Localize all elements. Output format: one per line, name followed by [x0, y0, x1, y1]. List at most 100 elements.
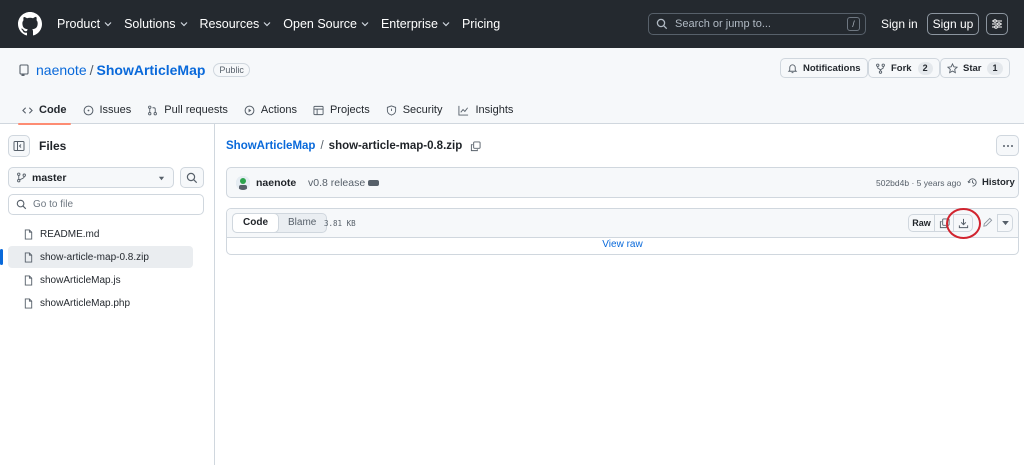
go-to-file-placeholder: Go to file [33, 199, 74, 210]
fork-icon [876, 63, 885, 74]
collapse-sidebar-button[interactable] [8, 135, 30, 157]
tab-issues[interactable]: Issues [83, 96, 131, 124]
commit-author-link[interactable]: naenote [256, 177, 296, 189]
issue-icon [83, 105, 93, 115]
breadcrumb-repo-link[interactable]: ShowArticleMap [226, 140, 315, 152]
file-icon [24, 228, 33, 240]
breadcrumb-separator: / [320, 140, 324, 152]
repo-title: naenote / ShowArticleMap Public [18, 62, 250, 78]
search-files-button[interactable] [180, 167, 204, 188]
nav-resources[interactable]: Resources [200, 17, 272, 31]
code-view-button[interactable]: Code [232, 213, 279, 233]
star-button[interactable]: Star 1 [940, 58, 1010, 78]
nav-product[interactable]: Product [57, 17, 112, 31]
file-icon [24, 274, 33, 286]
kebab-horizontal-icon [1003, 145, 1013, 147]
tab-pull-requests[interactable]: Pull requests [147, 96, 228, 124]
repo-name-link[interactable]: ShowArticleMap [97, 62, 206, 78]
search-icon [16, 199, 27, 210]
nav-label: Solutions [124, 17, 176, 31]
download-icon [958, 218, 969, 229]
list-item[interactable]: showArticleMap.php [8, 292, 193, 314]
copy-path-icon[interactable] [470, 140, 481, 152]
graph-icon [458, 105, 469, 116]
sign-up-button[interactable]: Sign up [927, 13, 979, 35]
file-name: showArticleMap.php [40, 297, 131, 309]
tab-projects[interactable]: Projects [313, 96, 370, 124]
blame-view-button[interactable]: Blame [278, 214, 326, 232]
edit-file-button[interactable] [979, 214, 997, 232]
tab-label: Projects [329, 104, 370, 116]
nav-label: Resources [199, 17, 260, 31]
raw-button[interactable]: Raw [908, 214, 935, 232]
shield-icon [386, 104, 396, 116]
copy-raw-button[interactable] [935, 214, 954, 232]
search-shortcut-key: / [847, 17, 860, 31]
breadcrumb-file-name: show-article-map-0.8.zip [328, 140, 463, 152]
expand-commit-ellipsis[interactable] [368, 180, 379, 186]
more-options-button[interactable] [996, 135, 1019, 156]
sidebar-collapse-icon [13, 141, 25, 151]
nav-open-source[interactable]: Open Source [283, 17, 369, 31]
search-placeholder: Search or jump to... [675, 18, 771, 30]
nav-label: Open Source [283, 17, 357, 31]
nav-enterprise[interactable]: Enterprise [381, 17, 450, 31]
tab-actions[interactable]: Actions [244, 96, 297, 124]
chevron-down-icon [180, 22, 187, 27]
files-title: Files [39, 139, 67, 153]
branch-selector[interactable]: master [8, 167, 174, 188]
view-raw-link[interactable]: View raw [227, 239, 1018, 250]
nav-pricing[interactable]: Pricing [462, 17, 500, 31]
file-icon [24, 297, 33, 309]
pull-request-icon [148, 105, 158, 115]
copy-icon [939, 218, 950, 229]
settings-menu-button[interactable] [986, 13, 1008, 35]
chevron-down-icon [263, 22, 271, 27]
tab-label: Insights [475, 104, 514, 116]
list-item[interactable]: showArticleMap.js [8, 269, 193, 291]
nav-solutions[interactable]: Solutions [124, 17, 187, 31]
visibility-badge: Public [213, 63, 250, 77]
file-icon [24, 251, 33, 263]
sign-in-link[interactable]: Sign in [881, 17, 918, 31]
branch-name: master [32, 171, 67, 184]
list-item[interactable]: README.md [8, 223, 193, 245]
file-size: 3.81 KB [324, 219, 356, 228]
tab-security[interactable]: Security [386, 96, 442, 124]
tab-insights[interactable]: Insights [458, 96, 513, 124]
notifications-button[interactable]: Notifications [780, 58, 868, 78]
tab-label: Code [39, 104, 67, 116]
code-icon [22, 106, 33, 114]
sliders-icon [992, 19, 1002, 29]
history-button[interactable]: History [967, 177, 1015, 188]
breadcrumb: ShowArticleMap / show-article-map-0.8.zi… [226, 140, 481, 152]
commit-message-link[interactable]: v0.8 release [308, 177, 365, 189]
go-to-file-input[interactable]: Go to file [8, 194, 204, 215]
github-logo-icon[interactable] [18, 12, 42, 36]
search-input[interactable]: Search or jump to... / [648, 13, 866, 35]
view-mode-toggle: Code Blame [232, 213, 328, 233]
download-raw-button[interactable] [954, 214, 973, 232]
repo-owner-link[interactable]: naenote [36, 62, 87, 78]
play-icon [244, 105, 255, 115]
chevron-down-icon [361, 22, 369, 27]
avatar-icon [236, 176, 250, 190]
nav-label: Pricing [461, 17, 501, 31]
table-icon [313, 105, 324, 115]
chevron-down-icon [442, 22, 450, 27]
star-count: 1 [987, 61, 1003, 75]
repo-icon [19, 64, 29, 76]
commit-meta[interactable]: 502bd4b · 5 years ago [876, 178, 961, 188]
bell-icon [787, 63, 798, 73]
list-item[interactable]: show-article-map-0.8.zip [0, 246, 193, 268]
file-tree-sidebar: Files master Go to file README.md show-a… [0, 124, 215, 465]
edit-options-dropdown[interactable] [997, 214, 1013, 232]
caret-down-icon [1002, 221, 1009, 226]
file-view: ShowArticleMap / show-article-map-0.8.zi… [216, 124, 1024, 465]
fork-button[interactable]: Fork 2 [868, 58, 940, 78]
search-icon [656, 18, 668, 30]
star-label: Star [963, 62, 982, 74]
tab-code[interactable]: Code [18, 96, 70, 125]
avatar[interactable] [236, 176, 250, 190]
star-icon [947, 62, 958, 74]
